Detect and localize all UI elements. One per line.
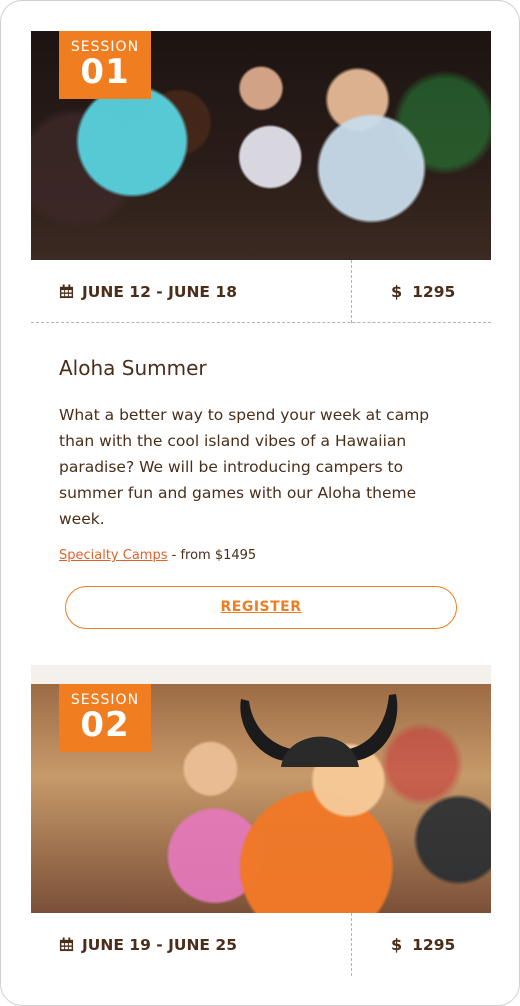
- session-photo-02: SESSION 02: [31, 684, 491, 913]
- session-body: Aloha Summer What a better way to spend …: [31, 356, 491, 629]
- session-badge: SESSION 01: [59, 31, 151, 99]
- register-button[interactable]: REGISTER: [65, 586, 457, 629]
- session-info-row: JUNE 19 - JUNE 25 $ 1295: [31, 913, 491, 976]
- viking-helmet-graphic: [240, 694, 398, 767]
- session-price-value: 1295: [412, 282, 456, 301]
- session-dates-text: JUNE 12 - JUNE 18: [82, 282, 237, 301]
- dollar-icon: $: [391, 282, 403, 301]
- session-badge-number: 02: [80, 705, 130, 745]
- session-badge: SESSION 02: [59, 684, 151, 752]
- session-description: What a better way to spend your week at …: [59, 406, 430, 528]
- session-card-01: SESSION 01 JUNE 12 - JUNE 18 $ 1295 Aloh…: [31, 31, 491, 629]
- session-meta: Specialty Camps - from $1495: [59, 548, 463, 563]
- calendar-icon: [59, 937, 74, 952]
- session-photo-01: SESSION 01: [31, 31, 491, 260]
- category-price-note: - from $1495: [167, 548, 257, 563]
- mobile-frame: SESSION 01 JUNE 12 - JUNE 18 $ 1295 Aloh…: [0, 0, 520, 1006]
- card-separator: [31, 665, 491, 684]
- session-price: $ 1295: [391, 260, 455, 323]
- session-dates: JUNE 19 - JUNE 25: [59, 913, 237, 976]
- category-link[interactable]: Specialty Camps: [59, 548, 168, 563]
- info-divider: [351, 913, 352, 976]
- session-price-value: 1295: [412, 935, 456, 954]
- dollar-icon: $: [391, 935, 403, 954]
- session-badge-number: 01: [80, 52, 130, 92]
- session-info-row: JUNE 12 - JUNE 18 $ 1295: [31, 260, 491, 323]
- session-card-02: SESSION 02 JUNE 19 - JUNE 25 $ 1295: [31, 684, 491, 976]
- session-title: Aloha Summer: [59, 356, 207, 380]
- calendar-icon: [59, 284, 74, 299]
- info-divider: [351, 260, 352, 323]
- session-dates-text: JUNE 19 - JUNE 25: [82, 935, 237, 954]
- session-price: $ 1295: [391, 913, 455, 976]
- session-dates: JUNE 12 - JUNE 18: [59, 260, 237, 323]
